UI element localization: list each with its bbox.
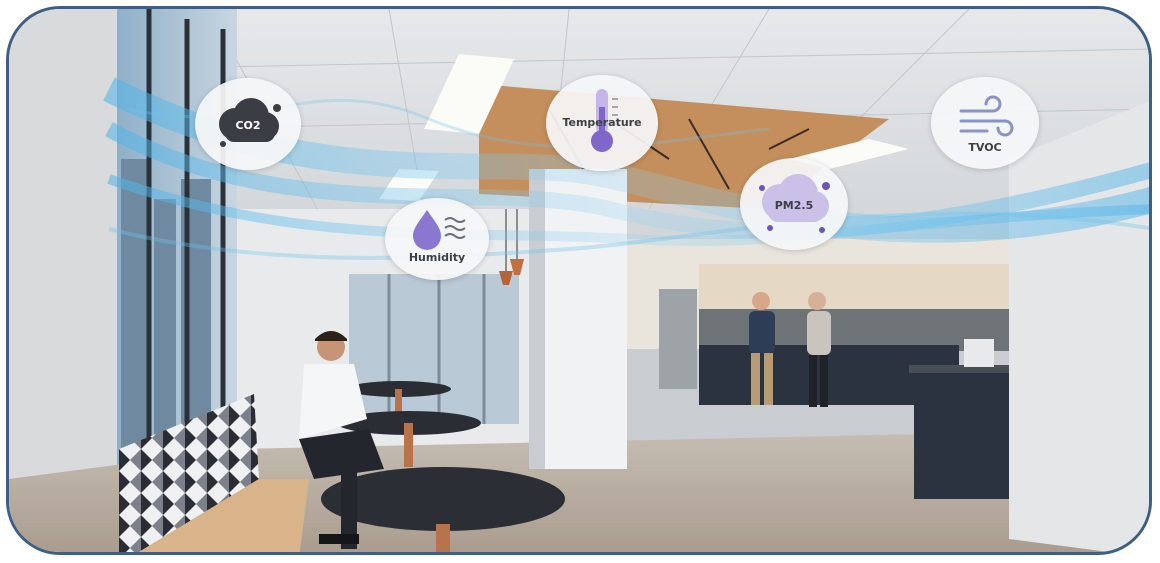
wind-icon (959, 95, 1014, 137)
co2-badge: CO2 (195, 78, 301, 170)
temperature-label: Temperature (562, 116, 642, 129)
co2-label: CO2 (235, 119, 261, 132)
upper-cabinets (699, 264, 1029, 309)
coffee-machine (964, 339, 994, 367)
humidity-label: Humidity (408, 251, 466, 264)
temperature-badge: Temperature (546, 75, 658, 171)
tvoc-label: TVOC (968, 141, 1002, 154)
pm25-label: PM2.5 (774, 199, 814, 212)
photo-frame: CO2 Temperature Humidity PM2.5 TVOC (6, 6, 1152, 555)
humidity-badge: Humidity (385, 198, 489, 280)
pm25-badge: PM2.5 (740, 158, 848, 250)
rear-window (349, 274, 519, 424)
droplet-icon (413, 210, 466, 250)
tvoc-badge: TVOC (931, 77, 1039, 169)
kitchen-island (914, 369, 1010, 499)
refrigerator (659, 289, 697, 389)
